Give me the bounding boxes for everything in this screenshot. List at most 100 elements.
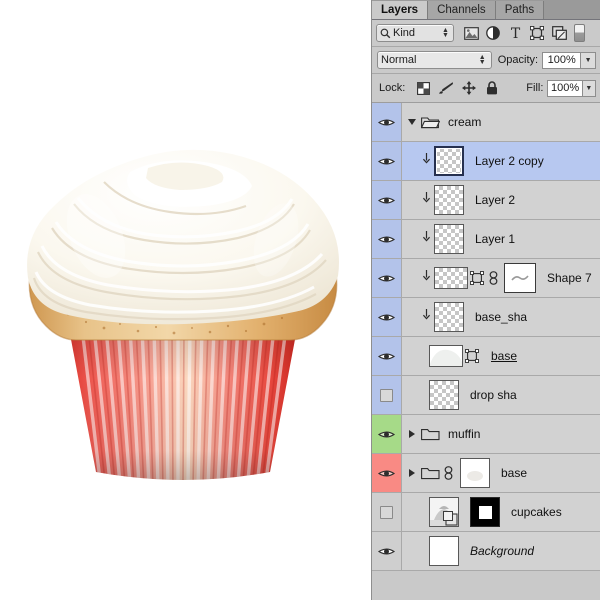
layer-name: base [491,349,518,363]
layer-name: base [501,466,528,480]
photoshop-window: Layers Channels Paths Kind ▲ ▼ T Normal … [0,0,600,600]
filter-smart-object-icon[interactable] [548,23,570,43]
svg-text:T: T [510,26,520,40]
lock-position-icon[interactable] [461,80,477,96]
clipping-mask-arrow-icon [419,270,433,286]
layer-thumbnail[interactable] [429,380,459,410]
clipping-mask-arrow-icon [419,309,433,325]
tab-channels[interactable]: Channels [428,1,496,19]
layer-visibility-toggle[interactable] [372,376,402,414]
layer-visibility-toggle[interactable] [372,298,402,336]
chevron-updown-icon[interactable]: ▲ ▼ [440,27,451,39]
opacity-dropdown-arrow[interactable]: ▼ [581,51,596,69]
eye-off-icon [380,388,393,402]
opacity-label: Opacity: [497,54,539,66]
layer-row-muffin[interactable]: muffin [372,415,600,454]
filter-kind-select[interactable]: Kind ▲ ▼ [376,24,454,42]
vector-shape-thumbnail[interactable] [504,263,536,293]
layer-mask-thumbnail[interactable] [470,497,500,527]
chevron-updown-icon[interactable]: ▲ ▼ [477,54,488,66]
layer-row-layer-1[interactable]: Layer 1 [372,220,600,259]
eye-icon [378,314,395,320]
tab-paths[interactable]: Paths [495,1,545,19]
lock-image-pixels-icon[interactable] [438,80,454,96]
filter-shape-layers-icon[interactable] [526,23,548,43]
folder-icon [420,427,440,441]
eye-icon [378,548,395,554]
group-disclosure-triangle[interactable] [405,430,419,438]
layer-visibility-toggle[interactable] [372,415,402,453]
lock-all-icon[interactable] [484,80,500,96]
layer-thumbnail[interactable] [429,497,459,527]
layer-row-drop-sha[interactable]: drop sha [372,376,600,415]
cupcake-frosting [27,149,339,325]
cupcake-illustration [8,128,358,488]
layer-row-layer-2[interactable]: Layer 2 [372,181,600,220]
layer-row-layer-2-copy[interactable]: Layer 2 copy [372,142,600,181]
layer-visibility-toggle[interactable] [372,181,402,219]
layer-thumbnail[interactable] [434,146,464,176]
filter-pixel-layers-icon[interactable] [460,23,482,43]
group-disclosure-triangle[interactable] [405,469,419,477]
layer-thumbnail[interactable] [434,267,468,289]
layer-filter-bar: Kind ▲ ▼ T [372,20,600,47]
layer-row-background[interactable]: Background [372,532,600,571]
layer-thumbnail[interactable] [434,302,464,332]
filter-kind-label: Kind [393,27,416,39]
eye-icon [378,275,395,281]
eye-off-icon [380,505,393,519]
clipping-mask-arrow-icon [419,231,433,247]
layer-name: Layer 2 [475,193,516,207]
blend-mode-select[interactable]: Normal ▲ ▼ [377,51,492,69]
eye-icon [378,431,395,437]
layer-visibility-toggle[interactable] [372,103,402,141]
filter-adjustment-layers-icon[interactable] [482,23,504,43]
filter-type-layers-icon[interactable]: T [504,23,526,43]
layer-visibility-toggle[interactable] [372,532,402,570]
layer-thumbnail[interactable] [434,224,464,254]
fill-dropdown-arrow[interactable]: ▼ [582,79,596,97]
mask-white-area [478,505,492,519]
tab-layers[interactable]: Layers [372,1,429,19]
folder-icon [420,115,440,129]
opacity-input[interactable]: 100% [542,51,582,69]
layer-row-base-group[interactable]: base [372,454,600,493]
layer-visibility-toggle[interactable] [372,337,402,375]
filter-enable-toggle[interactable] [574,24,585,42]
link-icon[interactable] [442,466,454,480]
group-disclosure-triangle[interactable] [405,119,419,125]
eye-icon [378,119,395,125]
fill-input[interactable]: 100% [547,79,583,97]
layer-thumbnail[interactable] [429,536,459,566]
layer-row-base-sha[interactable]: base_sha [372,298,600,337]
layer-name: Layer 2 copy [475,154,544,168]
layer-visibility-toggle[interactable] [372,454,402,492]
layer-name: base_sha [475,310,528,324]
layer-name: cream [448,115,482,129]
layer-row-shape-7[interactable]: Shape 7 [372,259,600,298]
layer-name: Layer 1 [475,232,516,246]
link-icon[interactable] [487,271,499,285]
canvas-area[interactable] [0,0,371,600]
layer-visibility-toggle[interactable] [372,142,402,180]
eye-icon [378,353,395,359]
vector-mask-icon [464,348,480,364]
layer-thumbnail[interactable] [460,458,490,488]
layer-row-base-vector[interactable]: base [372,337,600,376]
layer-visibility-toggle[interactable] [372,493,402,531]
layer-thumbnail[interactable] [434,185,464,215]
lock-transparent-pixels-icon[interactable] [415,80,431,96]
layer-row-cream[interactable]: cream [372,103,600,142]
layer-thumbnail[interactable] [429,345,463,367]
lock-fill-bar: Lock: Fill: 100% ▼ [372,74,600,103]
layer-visibility-toggle[interactable] [372,259,402,297]
clipping-mask-arrow-icon [419,192,433,208]
fill-label: Fill: [526,82,544,94]
layer-list[interactable]: cream Layer 2 copy Layer 2 Layer 1 Shape… [372,103,600,600]
layer-row-cupcakes[interactable]: cupcakes [372,493,600,532]
filter-type-buttons: T [460,23,570,43]
layer-visibility-toggle[interactable] [372,220,402,258]
blend-opacity-bar: Normal ▲ ▼ Opacity: 100% ▼ [372,47,600,74]
layers-panel: Layers Channels Paths Kind ▲ ▼ T Normal … [371,0,600,600]
clipping-mask-arrow-icon [419,153,433,169]
